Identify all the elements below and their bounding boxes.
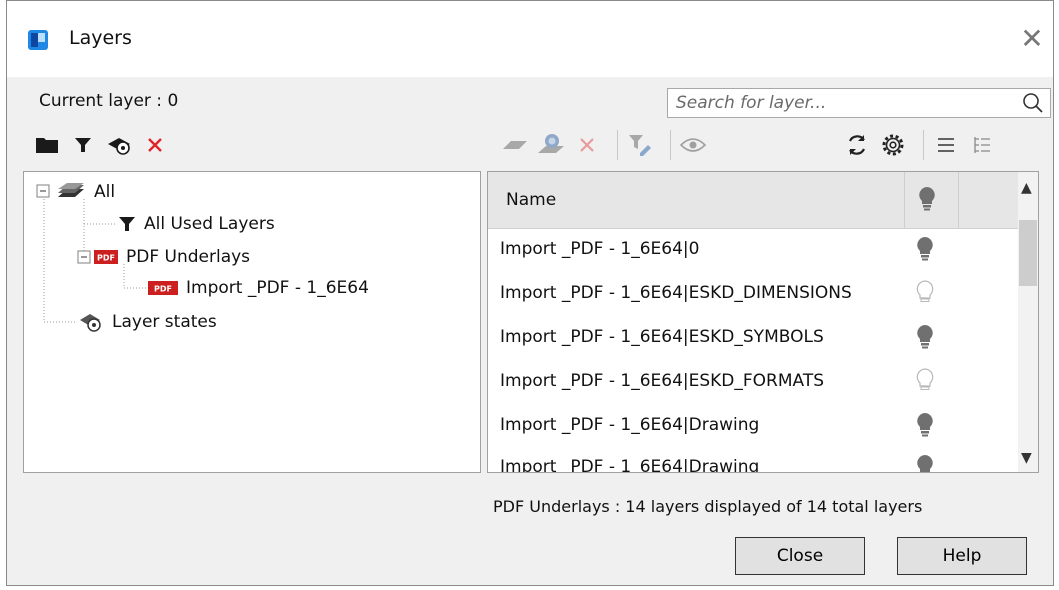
toolbar-separator — [923, 130, 924, 160]
filter-icon[interactable] — [69, 131, 97, 159]
bulb-off-icon[interactable] — [916, 368, 934, 399]
layer-row[interactable]: Import _PDF - 1_6E64|Drawing — [488, 404, 1018, 448]
svg-text:PDF: PDF — [97, 254, 115, 263]
title-bar: Layers ✕ — [7, 1, 1053, 77]
layer-name: Import _PDF - 1_6E64|ESKD_SYMBOLS — [500, 327, 824, 347]
search-box[interactable] — [667, 88, 1051, 118]
layer-name: Import _PDF - 1_6E64|ESKD_DIMENSIONS — [500, 283, 852, 303]
new-layer-icon[interactable] — [501, 131, 529, 159]
scroll-up-icon[interactable]: ▲ — [1021, 180, 1032, 196]
folder-icon[interactable] — [33, 131, 61, 159]
tree-item-label: All — [94, 182, 116, 202]
toolbar-separator — [617, 130, 618, 160]
layers-stack-icon — [56, 183, 86, 201]
search-input[interactable] — [668, 89, 1014, 117]
bulb-on-icon[interactable] — [916, 412, 934, 443]
tree-item-label: All Used Layers — [144, 214, 275, 234]
tree-item-label: Layer states — [112, 312, 217, 332]
grid-header: Name — [488, 172, 1018, 229]
filter-icon — [118, 215, 136, 233]
filter-toolbar — [33, 130, 177, 160]
close-window-icon[interactable]: ✕ — [1017, 24, 1047, 54]
filter-tree: All All Used Layers PDF PDF Underlays PD… — [23, 171, 481, 473]
filter-edit-icon[interactable] — [626, 131, 654, 159]
vertical-scrollbar[interactable]: ▲ ▼ — [1018, 172, 1038, 472]
scrollbar-thumb[interactable] — [1019, 220, 1037, 286]
layer-row[interactable]: Import _PDF - 1_6E64|ESKD_DIMENSIONS — [488, 272, 1018, 316]
tree-item-label: Import _PDF - 1_6E64 — [186, 278, 369, 298]
app-logo-icon — [28, 30, 48, 50]
refresh-icon[interactable] — [843, 131, 871, 159]
layer-row[interactable]: Import _PDF - 1_6E64|0 — [488, 228, 1018, 272]
tree-item-pdf-underlays[interactable]: PDF PDF Underlays — [94, 243, 250, 271]
layer-name: Import _PDF - 1_6E64|0 — [500, 239, 700, 259]
layer-toolbar — [501, 130, 1004, 160]
layer-states-icon[interactable] — [105, 131, 133, 159]
list-view-icon[interactable] — [932, 131, 960, 159]
delete-layer-icon[interactable] — [573, 131, 601, 159]
tree-item-label: PDF Underlays — [126, 247, 251, 267]
tree-item-layer-states[interactable]: Layer states — [78, 308, 217, 336]
layers-dialog: Layers ✕ Current layer : 0 Search for la… — [6, 0, 1054, 586]
bulb-on-icon[interactable] — [916, 324, 934, 355]
search-icon[interactable] — [1022, 92, 1044, 114]
layer-row[interactable]: Import _PDF - 1_6E64|ESKD_SYMBOLS — [488, 316, 1018, 360]
layer-name: Import _PDF - 1_6E64|Drawing — [500, 415, 760, 435]
layer-states-icon — [78, 311, 104, 333]
window-title: Layers — [69, 27, 132, 49]
bulb-on-icon[interactable] — [918, 186, 936, 217]
delete-icon[interactable] — [141, 131, 169, 159]
settings-icon[interactable] — [879, 131, 907, 159]
toolbar-separator — [670, 130, 671, 160]
visibility-icon[interactable] — [679, 131, 707, 159]
layer-name: Import _PDF - 1_6E64|ESKD_FORMATS — [500, 371, 825, 391]
layer-grid: Name Import _PDF - 1_6E64|0 Import _PDF … — [487, 171, 1039, 473]
layer-row[interactable]: Import _PDF - 1_6E64|ESKD_FORMATS — [488, 360, 1018, 404]
column-divider — [904, 172, 905, 228]
set-current-icon[interactable] — [537, 131, 565, 159]
close-button[interactable]: Close — [735, 537, 865, 575]
tree-item-all[interactable]: All — [56, 178, 115, 206]
bulb-on-icon[interactable] — [916, 236, 934, 267]
tree-item-import-pdf[interactable]: PDF Import _PDF - 1_6E64 — [148, 274, 369, 302]
scroll-down-icon[interactable]: ▼ — [1021, 450, 1032, 466]
tree-view-icon[interactable] — [968, 131, 996, 159]
pdf-icon: PDF — [148, 281, 178, 295]
column-divider — [958, 172, 959, 228]
tree-item-all-used-layers[interactable]: All Used Layers — [118, 210, 275, 238]
column-header-name[interactable]: Name — [506, 190, 556, 210]
svg-text:PDF: PDF — [154, 285, 172, 294]
layer-row[interactable]: Import _PDF - 1_6E64|Drawing — [488, 446, 1018, 473]
layer-name: Import _PDF - 1_6E64|Drawing — [500, 457, 760, 473]
current-layer-label: Current layer : 0 — [39, 91, 179, 111]
bulb-off-icon[interactable] — [916, 280, 934, 311]
pdf-icon: PDF — [94, 250, 118, 264]
help-button[interactable]: Help — [897, 537, 1027, 575]
status-text: PDF Underlays : 14 layers displayed of 1… — [493, 497, 923, 516]
bulb-on-icon[interactable] — [916, 454, 934, 472]
